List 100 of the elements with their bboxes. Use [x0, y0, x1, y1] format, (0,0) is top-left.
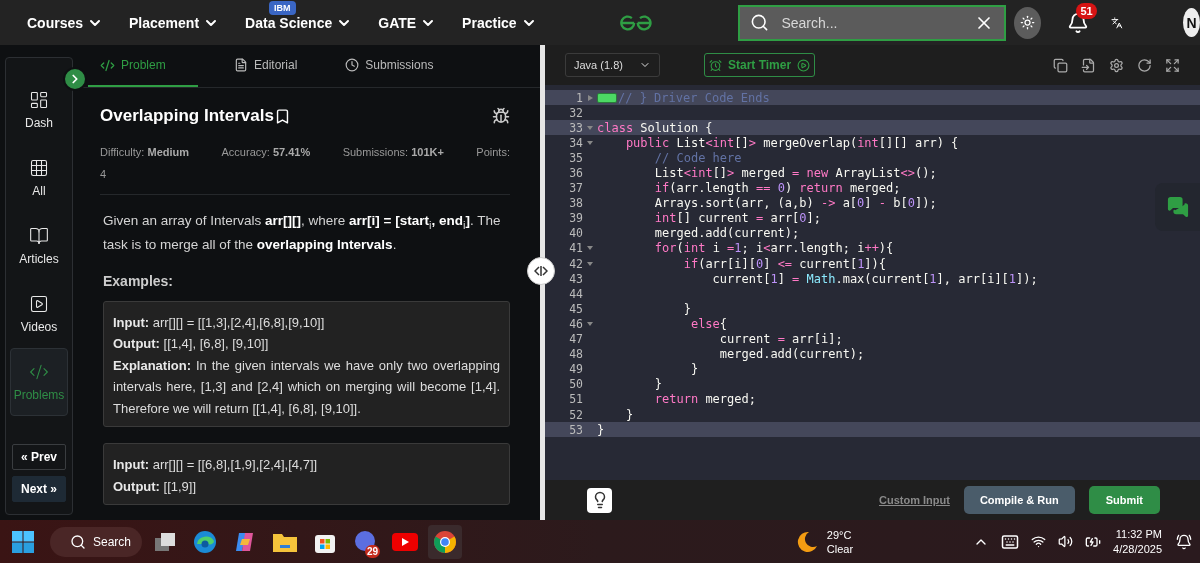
code-line: } — [624, 407, 634, 422]
code-line: current = arr[i]; — [718, 332, 843, 347]
submit-button[interactable]: Submit — [1088, 486, 1160, 514]
example-line: Input: arr[][] = [[6,8],[1,9],[2,4],[4,7]] — [113, 456, 319, 475]
sidebar-item[interactable]: All — [10, 144, 68, 212]
tab[interactable]: Problem — [88, 45, 198, 87]
chat-button[interactable] — [1155, 183, 1200, 231]
sidebar-label: All — [32, 184, 46, 198]
code-line: if(arr[i][0] <= current[1]){ — [682, 256, 887, 271]
code-line: Arrays.sort(arr, (a,b) -> a[0] - b[0]); — [653, 196, 937, 211]
code-line: // } Driver Code Ends — [618, 90, 770, 105]
avatar[interactable]: N — [1183, 8, 1200, 37]
line-number: 40 — [568, 226, 583, 241]
sidebar-item[interactable]: Articles — [10, 212, 68, 280]
search-input[interactable]: Search... — [779, 13, 965, 32]
problem-description: Given an array of Intervals arr[][], where arr[i] = [start$_{i}$, end$_{i}$]. The task is to merge all of the overlapping Intervals. — [103, 212, 502, 254]
nav-menu[interactable]: Courses — [27, 14, 104, 31]
hint-button[interactable] — [587, 487, 612, 513]
compile-run-button[interactable]: Compile & Run — [963, 486, 1075, 514]
start-icon[interactable] — [12, 530, 34, 553]
code-line: } — [682, 301, 691, 316]
taskbar-search[interactable]: Search — [50, 526, 142, 557]
wifi-icon[interactable] — [1031, 534, 1047, 549]
code-line: else{ — [689, 316, 728, 331]
fold-arrow-icon[interactable] — [587, 125, 593, 130]
code-icon — [29, 362, 49, 382]
fold-arrow-icon[interactable] — [587, 246, 593, 251]
nav-menu[interactable]: Practice — [462, 14, 537, 31]
sidebar-label: Articles — [19, 252, 59, 266]
problem-title: Overlapping Intervals — [100, 106, 274, 126]
line-number: 47 — [568, 332, 583, 347]
play-icon — [29, 294, 49, 314]
weather-condition: Clear — [826, 541, 854, 556]
tab-label: Submissions — [365, 58, 434, 72]
example-line: Output: [[1,9]] — [113, 477, 198, 496]
code-line: // Code here — [653, 150, 742, 165]
sidebar-item[interactable]: Problems — [10, 348, 68, 416]
examples-heading: Examples: — [103, 272, 175, 289]
line-number: 43 — [568, 271, 583, 286]
copy-icon[interactable] — [1053, 57, 1068, 73]
folded-code-marker[interactable] — [597, 92, 617, 103]
custom-input-link[interactable]: Custom Input — [879, 494, 950, 506]
fold-arrow-icon[interactable] — [587, 261, 593, 266]
code-line: } — [597, 422, 605, 437]
search-icon — [70, 533, 86, 550]
start-timer-button[interactable]: Start Timer — [704, 53, 816, 77]
line-number: 41 — [568, 241, 583, 256]
fold-arrow-icon[interactable] — [587, 94, 593, 101]
refresh-icon[interactable] — [1137, 57, 1152, 73]
notification-icon[interactable] — [1176, 533, 1192, 550]
weather-temperature: 29°C — [826, 527, 853, 542]
theme-toggle-button[interactable] — [1014, 6, 1042, 39]
line-number: 42 — [568, 256, 583, 271]
example-line: Input: arr[][] = [[1,3],[2,4],[6,8],[9,10]] — [113, 313, 326, 332]
example-line: Output: [[1,4], [6,8], [9,10]] — [113, 335, 270, 354]
settings-icon[interactable] — [1109, 57, 1124, 73]
line-number: 45 — [568, 301, 583, 316]
next-button[interactable]: Next » — [12, 476, 66, 502]
line-number: 39 — [568, 211, 583, 226]
points-label: Points: — [476, 146, 510, 158]
line-number: 36 — [568, 166, 583, 180]
clock-date: 4/28/2025 — [1113, 541, 1162, 557]
sun-icon — [1020, 15, 1036, 30]
volume-icon[interactable] — [1058, 534, 1074, 549]
problem-stat: Accuracy: 57.41% — [221, 146, 311, 158]
example-line: Explanation: In the given intervals we have only two overlapping intervals here, [1,3] and [2,4] which on merging will become [1,4]. Therefore we will return [[1,4], [6,8], [9,10]]. — [113, 356, 500, 418]
line-number: 37 — [568, 181, 583, 196]
line-number: 32 — [568, 105, 583, 120]
line-number: 1 — [575, 90, 583, 105]
code-line: int[] current = arr[0]; — [653, 211, 821, 226]
tab-label: Problem — [121, 58, 166, 72]
line-number: 33 — [568, 120, 583, 135]
problem-stat: Submissions: 101K+ — [342, 146, 444, 158]
fullscreen-icon[interactable] — [1165, 57, 1180, 73]
nav-menu[interactable]: Data Science — [245, 14, 353, 31]
tab[interactable]: Submissions — [333, 45, 446, 87]
sidebar-item[interactable]: Videos — [10, 280, 68, 348]
fold-arrow-icon[interactable] — [587, 321, 593, 326]
line-number: 34 — [568, 135, 583, 150]
nav-menu[interactable]: Placement — [129, 14, 220, 31]
code-line: current[1] = Math.max(current[1], arr[i][1]); — [711, 271, 1038, 286]
expand-button[interactable] — [63, 67, 87, 91]
calendar-app-icon[interactable]: 29 — [348, 524, 382, 559]
code-line: } — [653, 377, 663, 392]
file-import-icon[interactable] — [1081, 57, 1096, 73]
code-line: merged.add(current); — [718, 347, 865, 362]
search-field[interactable]: Search... — [738, 4, 1007, 41]
bug-icon[interactable] — [492, 107, 510, 125]
language-select[interactable]: Java (1.8) — [565, 53, 660, 77]
fold-arrow-icon[interactable] — [587, 140, 593, 145]
code-line: public List<int[]> mergeOverlap(int[][] arr) { — [624, 135, 959, 150]
prev-button[interactable]: « Prev — [12, 444, 66, 470]
tab[interactable]: Editorial — [222, 45, 310, 87]
calendar-circle-icon — [353, 529, 377, 554]
line-number: 46 — [568, 316, 583, 331]
chat-icon — [1166, 196, 1189, 218]
nav-menu[interactable]: GATE — [378, 14, 437, 31]
chrome-icon[interactable] — [428, 524, 462, 559]
keyboard-icon[interactable] — [1001, 532, 1020, 551]
sidebar-item[interactable]: Dash — [10, 76, 68, 144]
